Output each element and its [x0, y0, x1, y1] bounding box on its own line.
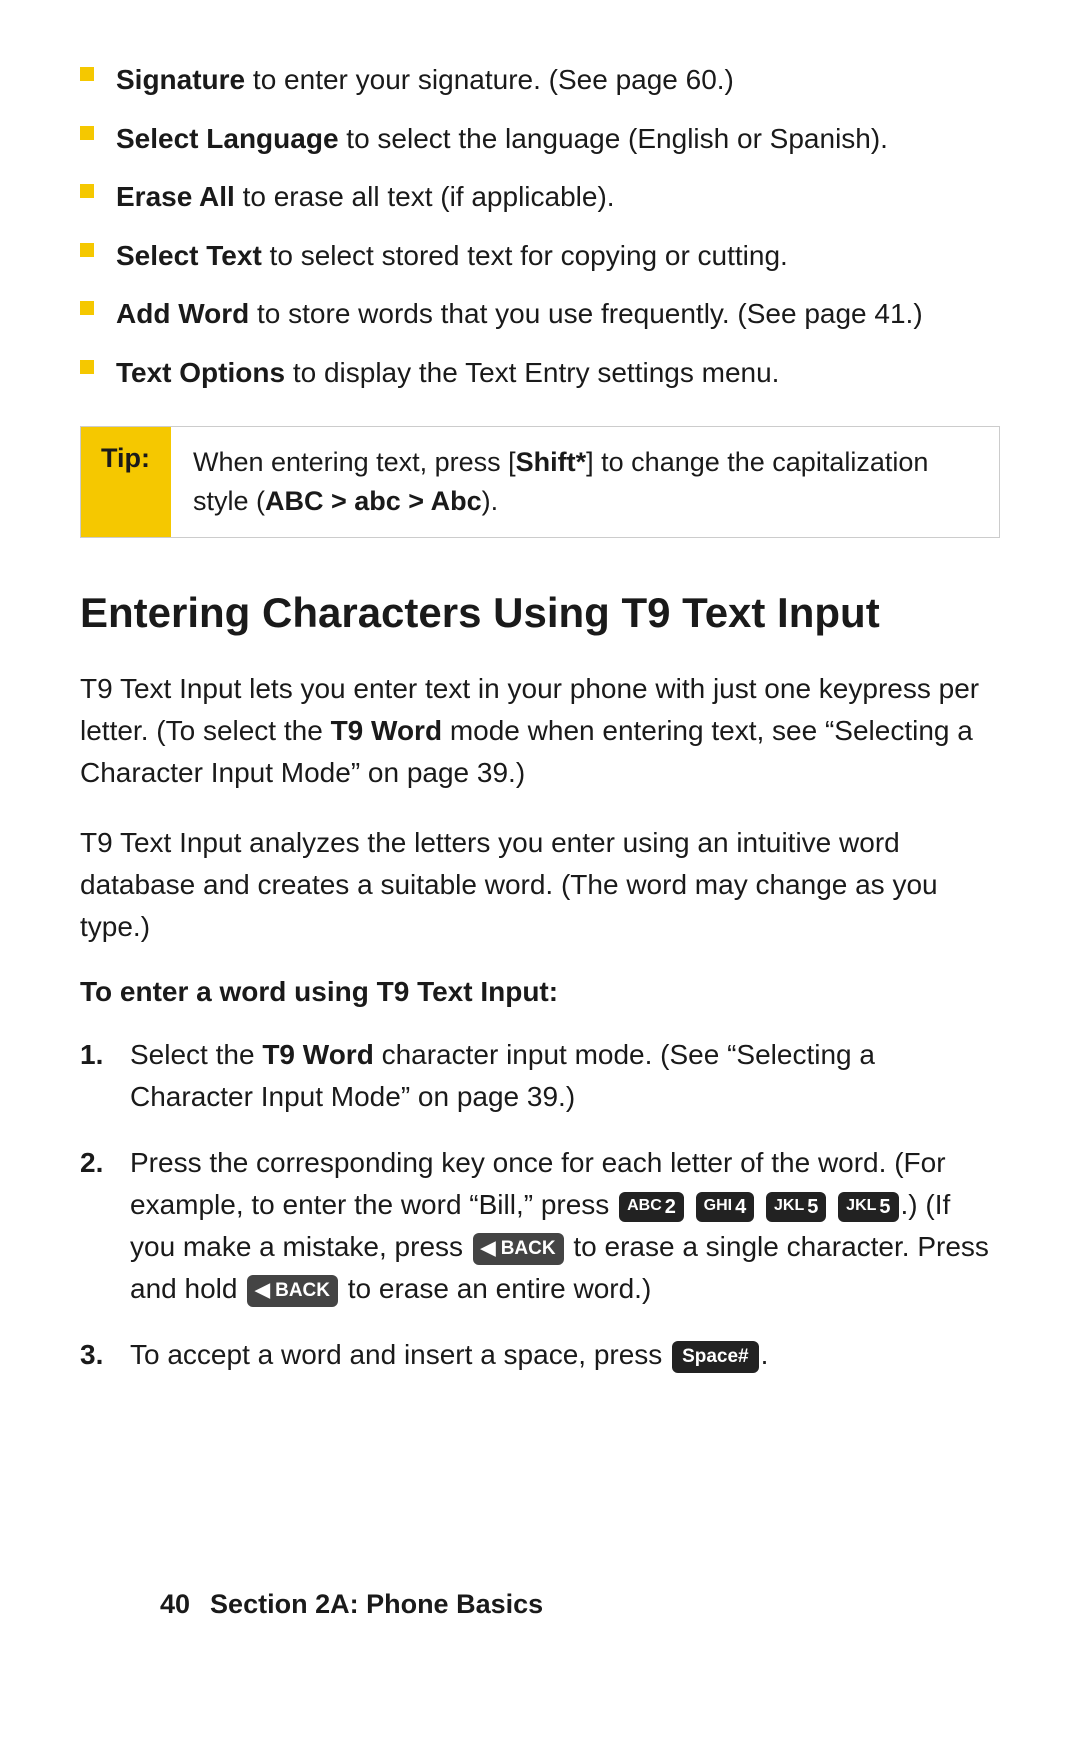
- list-item: Add Word to store words that you use fre…: [80, 294, 1000, 335]
- bullet-text-5: Add Word to store words that you use fre…: [116, 294, 1000, 335]
- bullet-bold-1: Signature: [116, 64, 245, 95]
- list-item: Select Text to select stored text for co…: [80, 236, 1000, 277]
- body-para-2: T9 Text Input analyzes the letters you e…: [80, 822, 1000, 948]
- page-container: Signature to enter your signature. (See …: [80, 60, 1000, 1680]
- bullet-text-2: Select Language to select the language (…: [116, 119, 1000, 160]
- bullet-list: Signature to enter your signature. (See …: [80, 60, 1000, 394]
- tip-box: Tip: When entering text, press [Shift*] …: [80, 426, 1000, 538]
- bullet-bold-6: Text Options: [116, 357, 285, 388]
- step-1: 1. Select the T9 Word character input mo…: [80, 1034, 1000, 1118]
- procedure-heading: To enter a word using T9 Text Input:: [80, 976, 1000, 1008]
- space-hash-badge: Space#: [672, 1341, 759, 1374]
- back-icon-1: ◀ BACK: [473, 1233, 564, 1266]
- key-badge-ghi4: GHI4: [696, 1192, 755, 1222]
- back-icon-2: ◀ BACK: [247, 1275, 338, 1308]
- step-3: 3. To accept a word and insert a space, …: [80, 1334, 1000, 1376]
- bullet-bold-2: Select Language: [116, 123, 339, 154]
- list-item: Select Language to select the language (…: [80, 119, 1000, 160]
- step-2-content: Press the corresponding key once for eac…: [130, 1142, 1000, 1310]
- footer-page-number: 40: [160, 1589, 190, 1620]
- bullet-icon: [80, 67, 94, 81]
- tip-label: Tip:: [81, 427, 171, 537]
- step-1-content: Select the T9 Word character input mode.…: [130, 1034, 1000, 1118]
- bullet-icon: [80, 243, 94, 257]
- footer-section-label: Section 2A: Phone Basics: [210, 1589, 543, 1620]
- footer-bar: 40 Section 2A: Phone Basics: [160, 1589, 920, 1620]
- key-badge-abc2: ABC2: [619, 1192, 684, 1222]
- list-item: Erase All to erase all text (if applicab…: [80, 177, 1000, 218]
- step-1-num: 1.: [80, 1034, 112, 1076]
- bullet-bold-3: Erase All: [116, 181, 235, 212]
- tip-content: When entering text, press [Shift*] to ch…: [171, 427, 999, 537]
- section-heading: Entering Characters Using T9 Text Input: [80, 588, 1000, 638]
- bullet-text-1: Signature to enter your signature. (See …: [116, 60, 1000, 101]
- bullet-icon: [80, 360, 94, 374]
- ordered-list: 1. Select the T9 Word character input mo…: [80, 1034, 1000, 1376]
- key-badge-jkl5a: JKL5: [766, 1192, 826, 1222]
- step-2-num: 2.: [80, 1142, 112, 1184]
- bullet-text-3: Erase All to erase all text (if applicab…: [116, 177, 1000, 218]
- bullet-text-6: Text Options to display the Text Entry s…: [116, 353, 1000, 394]
- list-item: Signature to enter your signature. (See …: [80, 60, 1000, 101]
- bullet-bold-4: Select Text: [116, 240, 262, 271]
- bullet-icon: [80, 301, 94, 315]
- bullet-bold-5: Add Word: [116, 298, 249, 329]
- step-3-num: 3.: [80, 1334, 112, 1376]
- key-badge-jkl5b: JKL5: [838, 1192, 898, 1222]
- bullet-icon: [80, 126, 94, 140]
- list-item: Text Options to display the Text Entry s…: [80, 353, 1000, 394]
- step-2: 2. Press the corresponding key once for …: [80, 1142, 1000, 1310]
- bullet-text-4: Select Text to select stored text for co…: [116, 236, 1000, 277]
- bullet-icon: [80, 184, 94, 198]
- body-para-1: T9 Text Input lets you enter text in you…: [80, 668, 1000, 794]
- step-3-content: To accept a word and insert a space, pre…: [130, 1334, 1000, 1376]
